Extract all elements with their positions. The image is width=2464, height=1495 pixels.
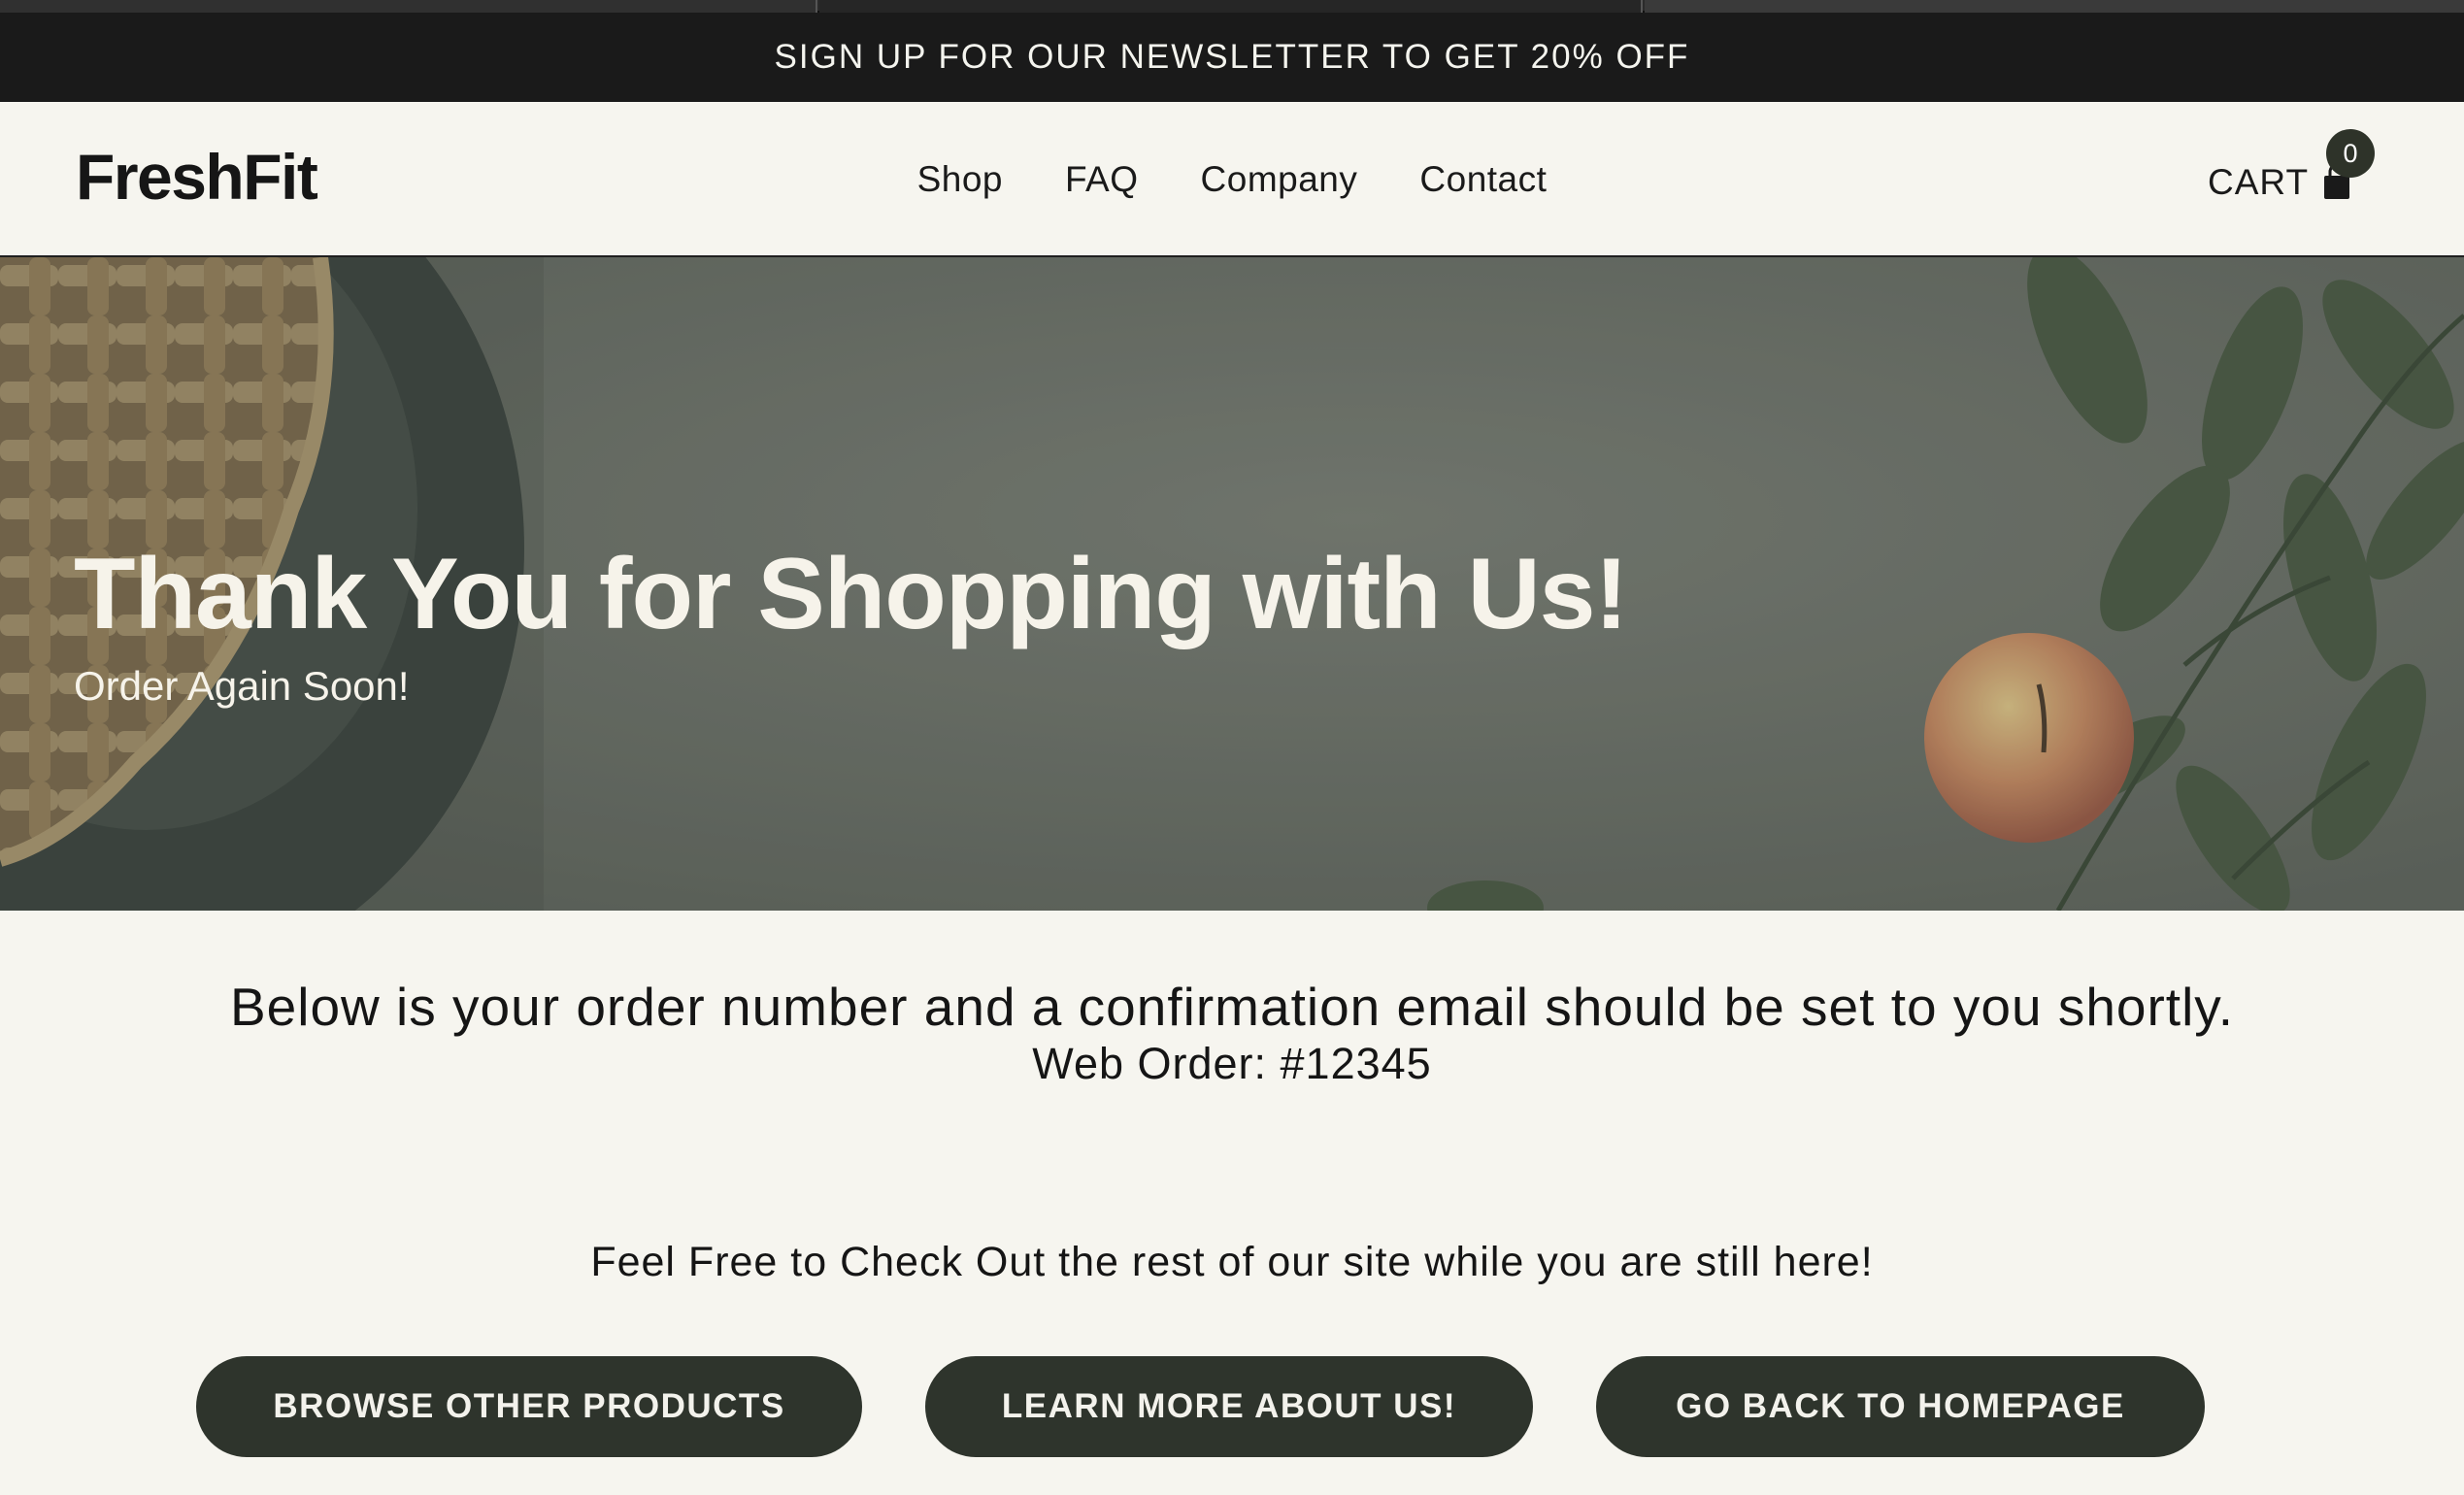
browser-chrome-strip: [0, 0, 2464, 13]
order-number: Web Order: #12345: [1032, 1039, 1432, 1088]
hero-banner: Thank You for Shopping with Us! Order Ag…: [0, 257, 2464, 911]
confirmation-message: Below is your order number and a confirm…: [229, 977, 2235, 1037]
cart-label: CART: [2208, 162, 2310, 202]
nav-item-faq[interactable]: FAQ: [1065, 159, 1139, 200]
cart-count-badge: 0: [2326, 129, 2375, 178]
hero-subtitle: Order Again Soon!: [74, 663, 410, 709]
homepage-button[interactable]: GO BACK TO HOMEPAGE: [1596, 1356, 2205, 1457]
about-us-button[interactable]: LEARN MORE ABOUT US!: [925, 1356, 1533, 1457]
main-nav: Shop FAQ Company Contact: [0, 102, 2464, 257]
nav-item-contact[interactable]: Contact: [1419, 159, 1547, 200]
announcement-bar[interactable]: SIGN UP FOR OUR NEWSLETTER TO GET 20% OF…: [0, 13, 2464, 102]
nav-item-company[interactable]: Company: [1201, 159, 1358, 200]
browse-products-button[interactable]: BROWSE OTHER PRODUCTS: [196, 1356, 862, 1457]
browser-tab[interactable]: [0, 0, 817, 13]
explore-message: Feel Free to Check Out the rest of our s…: [590, 1239, 1874, 1285]
site-header: FreshFit Shop FAQ Company Contact CART 0: [0, 102, 2464, 257]
hero-title: Thank You for Shopping with Us!: [74, 538, 1628, 650]
site-logo[interactable]: FreshFit: [76, 145, 318, 209]
browser-tab[interactable]: [1645, 0, 2464, 13]
nav-item-shop[interactable]: Shop: [917, 159, 1003, 200]
browser-tab[interactable]: [819, 0, 1643, 13]
announcement-text: SIGN UP FOR OUR NEWSLETTER TO GET 20% OF…: [774, 38, 1690, 76]
